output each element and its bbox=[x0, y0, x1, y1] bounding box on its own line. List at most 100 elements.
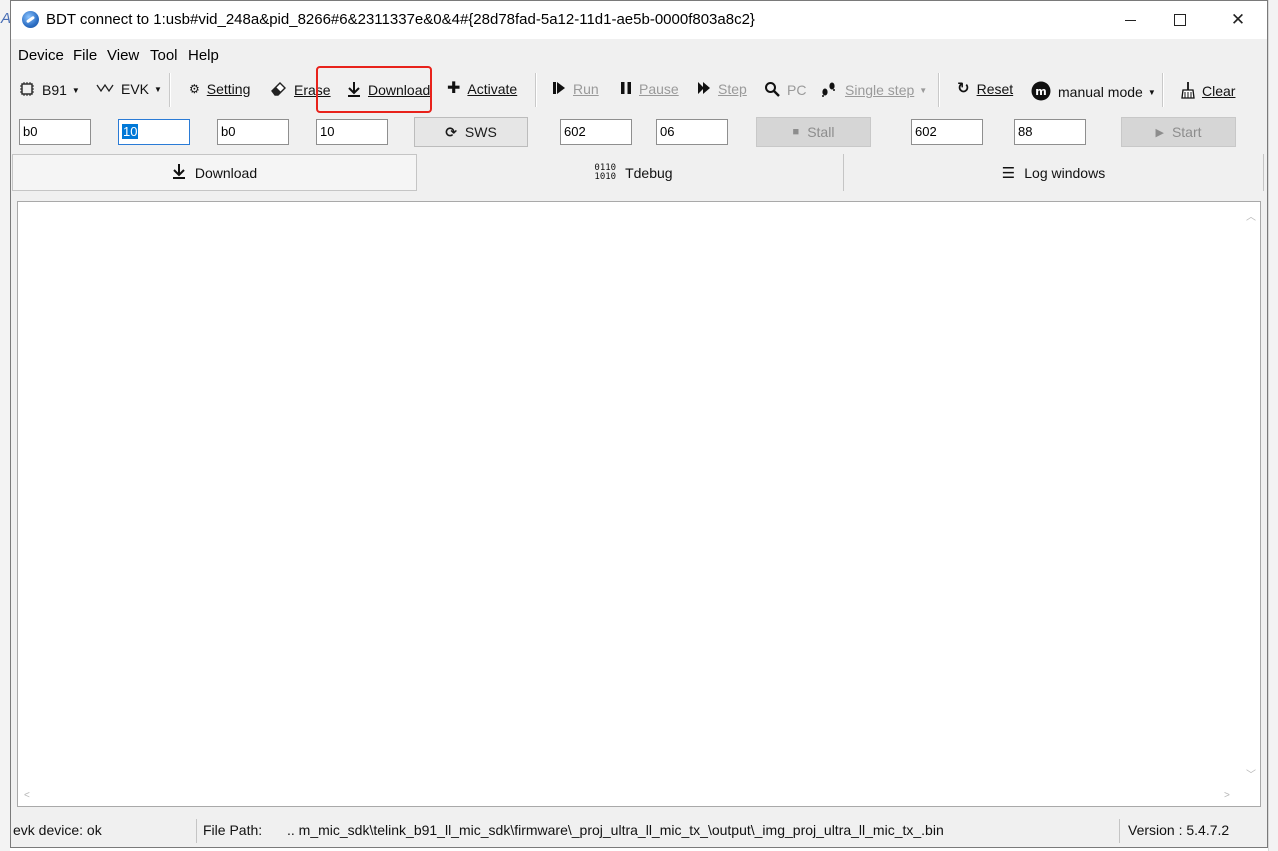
toolbar: B91 ▼ EVK ▼ ⚙ Setting Erase Download ✚ A… bbox=[11, 71, 1267, 111]
background-window-strip: A bbox=[0, 0, 11, 851]
chip-select-button[interactable]: B91 ▼ bbox=[19, 81, 80, 99]
window-title: BDT connect to 1:usb#vid_248a&pid_8266#6… bbox=[46, 11, 755, 28]
value-field-3[interactable]: 06 bbox=[656, 119, 728, 145]
tab-download-label: Download bbox=[194, 164, 258, 181]
register-field-row: b0 10 b0 10 ⟳ SWS 602 06 ■ Stall 602 88 … bbox=[11, 113, 1267, 153]
menu-tool[interactable]: Tool bbox=[150, 47, 178, 64]
pc-label: PC bbox=[787, 82, 807, 98]
vertical-scrollbar[interactable]: ︿ ﹀ bbox=[1242, 202, 1260, 788]
tab-download[interactable]: Download bbox=[12, 154, 417, 191]
chip-label: B91 bbox=[42, 82, 67, 98]
pause-label: Pause bbox=[639, 81, 679, 97]
tab-log-windows-label: Log windows bbox=[1024, 164, 1106, 181]
menu-device[interactable]: Device bbox=[18, 47, 64, 64]
close-button[interactable]: ✕ bbox=[1215, 1, 1261, 39]
background-window-strip-right bbox=[1268, 0, 1278, 851]
value-field-1[interactable]: 10 bbox=[118, 119, 190, 145]
evk-select-button[interactable]: EVK ▼ bbox=[96, 81, 162, 97]
setting-button[interactable]: ⚙ Setting bbox=[189, 81, 250, 97]
manual-mode-icon: m bbox=[1031, 81, 1051, 103]
toolbar-separator bbox=[938, 73, 940, 107]
chevron-down-icon: ▼ bbox=[71, 85, 80, 95]
step-button[interactable]: Step bbox=[697, 81, 747, 97]
minimize-button[interactable] bbox=[1107, 1, 1153, 39]
broom-icon bbox=[1181, 81, 1195, 101]
start-label: Start bbox=[1171, 124, 1202, 140]
menu-view[interactable]: View bbox=[107, 47, 139, 64]
reset-button[interactable]: ↻ Reset bbox=[957, 81, 1013, 97]
address-field-4[interactable]: 602 bbox=[911, 119, 983, 145]
file-path-value: .. m_mic_sdk\telink_b91_ll_mic_sdk\firmw… bbox=[287, 822, 944, 838]
menu-file[interactable]: File bbox=[73, 47, 97, 64]
minimize-icon bbox=[1124, 19, 1136, 21]
maximize-button[interactable] bbox=[1157, 1, 1203, 39]
eraser-icon bbox=[271, 81, 287, 99]
manual-mode-label: manual mode bbox=[1058, 84, 1143, 100]
step-label: Step bbox=[718, 81, 747, 97]
step-icon bbox=[697, 81, 711, 97]
chevron-down-icon: ▼ bbox=[1147, 87, 1156, 97]
title-bar: BDT connect to 1:usb#vid_248a&pid_8266#6… bbox=[11, 1, 1267, 39]
download-log-area[interactable]: ︿ ﹀ < > bbox=[17, 201, 1261, 807]
scroll-right-icon[interactable]: > bbox=[1224, 790, 1230, 801]
value-field-2[interactable]: 10 bbox=[316, 119, 388, 145]
stop-square-icon: ■ bbox=[792, 126, 800, 138]
reset-icon: ↻ bbox=[957, 80, 970, 97]
stall-button[interactable]: ■ Stall bbox=[756, 117, 871, 147]
app-window: BDT connect to 1:usb#vid_248a&pid_8266#6… bbox=[10, 0, 1268, 848]
magnifier-icon bbox=[764, 81, 780, 99]
setting-label: Setting bbox=[206, 81, 251, 97]
horizontal-scrollbar[interactable]: < > bbox=[18, 788, 1244, 806]
scroll-left-icon[interactable]: < bbox=[24, 790, 30, 801]
sws-button[interactable]: ⟳ SWS bbox=[414, 117, 528, 147]
play-icon: ▶ bbox=[1155, 126, 1164, 139]
toolbar-separator bbox=[1162, 73, 1164, 107]
manual-mode-button[interactable]: m manual mode ▼ bbox=[1031, 81, 1156, 103]
activate-label: Activate bbox=[467, 81, 518, 97]
close-icon: ✕ bbox=[1230, 10, 1246, 29]
refresh-icon: ⟳ bbox=[445, 123, 457, 140]
footprints-icon bbox=[820, 81, 838, 99]
tab-log-windows[interactable]: ☰ Log windows bbox=[844, 154, 1264, 191]
chevron-down-icon: ▼ bbox=[919, 85, 928, 95]
value-field-4[interactable]: 88 bbox=[1014, 119, 1086, 145]
gear-icon: ⚙ bbox=[189, 82, 200, 96]
pc-button[interactable]: PC bbox=[764, 81, 806, 99]
stall-label: Stall bbox=[807, 124, 835, 140]
clear-button[interactable]: Clear bbox=[1181, 81, 1235, 101]
reset-label: Reset bbox=[976, 81, 1014, 97]
sws-label: SWS bbox=[464, 124, 497, 140]
toolbar-separator bbox=[169, 73, 171, 107]
status-bar: evk device: ok File Path: .. m_mic_sdk\t… bbox=[11, 817, 1267, 847]
menu-help[interactable]: Help bbox=[188, 47, 219, 64]
run-button[interactable]: Run bbox=[552, 81, 599, 97]
single-step-button[interactable]: Single step ▼ bbox=[820, 81, 927, 99]
address-field-1[interactable]: b0 bbox=[19, 119, 91, 145]
start-button[interactable]: ▶ Start bbox=[1121, 117, 1236, 147]
toolbar-separator bbox=[535, 73, 537, 107]
status-separator bbox=[1119, 819, 1120, 843]
activate-button[interactable]: ✚ Activate bbox=[447, 80, 518, 98]
download-arrow-icon bbox=[172, 163, 186, 183]
binary-grid-icon: 0110 1010 bbox=[594, 162, 617, 182]
device-status: evk device: ok bbox=[13, 822, 102, 838]
evk-label: EVK bbox=[121, 81, 150, 97]
plus-icon: ✚ bbox=[447, 80, 461, 97]
tab-tdebug[interactable]: 0110 1010 Tdebug bbox=[424, 154, 844, 191]
download-highlight-box bbox=[316, 66, 432, 113]
scroll-down-icon[interactable]: ﹀ bbox=[1246, 766, 1256, 781]
file-path-label: File Path: bbox=[203, 822, 263, 838]
single-step-label: Single step bbox=[845, 82, 915, 98]
status-separator bbox=[196, 819, 197, 843]
signal-wave-icon bbox=[96, 82, 114, 96]
chip-icon bbox=[19, 81, 35, 99]
pause-button[interactable]: Pause bbox=[620, 81, 679, 97]
list-icon: ☰ bbox=[1001, 164, 1016, 182]
chevron-down-icon: ▼ bbox=[154, 84, 162, 94]
maximize-icon bbox=[1174, 14, 1186, 26]
scroll-up-icon[interactable]: ︿ bbox=[1246, 208, 1256, 223]
version-label: Version : 5.4.7.2 bbox=[1128, 822, 1230, 838]
address-field-2[interactable]: b0 bbox=[217, 119, 289, 145]
address-field-3[interactable]: 602 bbox=[560, 119, 632, 145]
clear-label: Clear bbox=[1202, 83, 1236, 99]
